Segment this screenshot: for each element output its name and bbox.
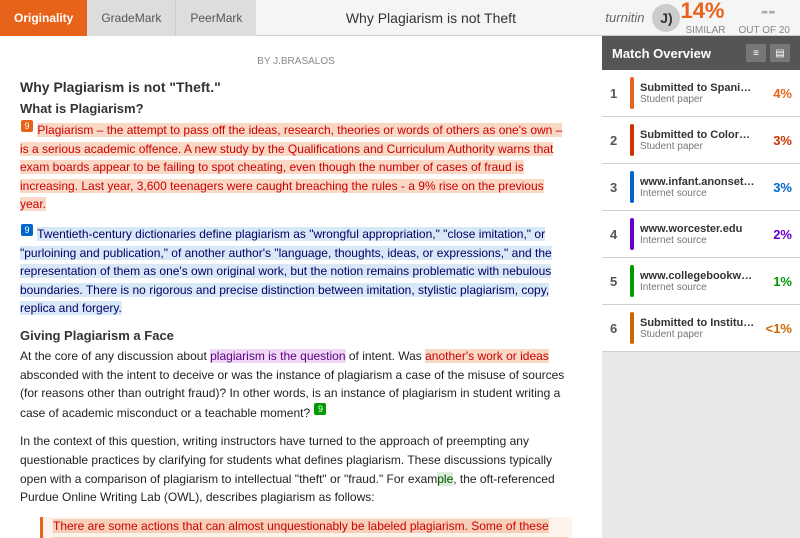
- turnitin-text: turnitin: [605, 10, 644, 25]
- out-of-score: -- OUT OF 20: [739, 0, 791, 37]
- match-item[interactable]: 4 www.worcester.edu Internet source 2%: [602, 211, 800, 258]
- match-info: Submitted to Colorado... Student paper: [640, 129, 756, 152]
- para1: 9 Plagiarism – the attempt to pass off t…: [20, 120, 572, 214]
- out-of-value: --: [761, 0, 776, 24]
- match-type: Student paper: [640, 141, 756, 152]
- sidebar-list-view-button[interactable]: ≡: [746, 44, 766, 62]
- similarity-percentage: 14%: [680, 0, 724, 24]
- match-number: 5: [610, 274, 624, 289]
- match-number: 1: [610, 86, 624, 101]
- match-type: Internet source: [640, 282, 756, 293]
- match-title: Submitted to Spanish ...: [640, 82, 756, 94]
- para2: 9 Twentieth-century dictionaries define …: [20, 224, 572, 318]
- tab-grademark[interactable]: GradeMark: [87, 0, 176, 36]
- match-type: Student paper: [640, 329, 756, 340]
- match-pct: 3%: [762, 133, 792, 148]
- match-item[interactable]: 6 Submitted to Institute ... Student pap…: [602, 305, 800, 352]
- match-item[interactable]: 1 Submitted to Spanish ... Student paper…: [602, 70, 800, 117]
- match-pct: 1%: [762, 274, 792, 289]
- grademark-tab-label: GradeMark: [101, 11, 161, 25]
- match-color-bar: [630, 265, 634, 297]
- match-number: 4: [610, 227, 624, 242]
- match-color-bar: [630, 218, 634, 250]
- match-title: www.worcester.edu: [640, 223, 756, 235]
- match-pct: 3%: [762, 180, 792, 195]
- blockquote: There are some actions that can almost u…: [40, 517, 572, 538]
- similarity-stats: 14% SIMILAR -- OUT OF 20: [680, 0, 790, 37]
- doc-content: Why Plagiarism is not "Theft." What is P…: [20, 79, 572, 538]
- sidebar-header-title: Match Overview: [612, 46, 711, 61]
- section1-heading: What is Plagiarism?: [20, 101, 572, 116]
- match-title: www.collegebookworl...: [640, 270, 756, 282]
- match-number: 6: [610, 321, 624, 336]
- match-number: 3: [610, 180, 624, 195]
- match-type: Internet source: [640, 235, 756, 246]
- sidebar-grid-view-button[interactable]: ▤: [770, 44, 790, 62]
- match-info: Submitted to Spanish ... Student paper: [640, 82, 756, 105]
- match-item[interactable]: 2 Submitted to Colorado... Student paper…: [602, 117, 800, 164]
- match-color-bar: [630, 171, 634, 203]
- sidebar-header: Match Overview ≡ ▤: [602, 36, 800, 70]
- sidebar-header-icons: ≡ ▤: [746, 44, 790, 62]
- match-info: www.collegebookworl... Internet source: [640, 270, 756, 293]
- similarity-score: 14% SIMILAR: [680, 0, 730, 37]
- match-color-bar: [630, 77, 634, 109]
- para3: At the core of any discussion about plag…: [20, 347, 572, 422]
- sidebar: Match Overview ≡ ▤ 1 Submitted to Spanis…: [602, 36, 800, 538]
- match-pct: 2%: [762, 227, 792, 242]
- match-info: www.worcester.edu Internet source: [640, 223, 756, 246]
- match-info: www.infant.anonseto... Internet source: [640, 176, 756, 199]
- peermark-tab-label: PeerMark: [190, 11, 242, 25]
- similarity-label: SIMILAR: [685, 24, 725, 37]
- match-title: www.infant.anonseto...: [640, 176, 756, 188]
- out-of-label: OUT OF 20: [739, 24, 791, 37]
- match-type: Internet source: [640, 188, 756, 199]
- match-title: Submitted to Institute ...: [640, 317, 756, 329]
- turnitin-icon: J): [652, 4, 680, 32]
- match-info: Submitted to Institute ... Student paper: [640, 317, 756, 340]
- turnitin-brand: turnitin J): [605, 4, 680, 32]
- match-number: 2: [610, 133, 624, 148]
- document-title: Why Plagiarism is not Theft: [256, 10, 605, 26]
- match-pct: 4%: [762, 86, 792, 101]
- match-type: Student paper: [640, 94, 756, 105]
- section2-heading: Giving Plagiarism a Face: [20, 328, 572, 343]
- match-pct: <1%: [762, 321, 792, 336]
- doc-subtitle: BY J.BRASALOS: [20, 56, 572, 67]
- doc-main-title: Why Plagiarism is not "Theft.": [20, 79, 572, 95]
- top-bar: Originality GradeMark PeerMark Why Plagi…: [0, 0, 800, 36]
- originality-tab-label: Originality: [14, 11, 73, 25]
- match-title: Submitted to Colorado...: [640, 129, 756, 141]
- tab-originality[interactable]: Originality: [0, 0, 87, 36]
- para4: In the context of this question, writing…: [20, 432, 572, 506]
- document-area[interactable]: BY J.BRASALOS Why Plagiarism is not "The…: [0, 36, 602, 538]
- match-color-bar: [630, 124, 634, 156]
- main-layout: BY J.BRASALOS Why Plagiarism is not "The…: [0, 36, 800, 538]
- match-item[interactable]: 3 www.infant.anonseto... Internet source…: [602, 164, 800, 211]
- match-item[interactable]: 5 www.collegebookworl... Internet source…: [602, 258, 800, 305]
- match-list: 1 Submitted to Spanish ... Student paper…: [602, 70, 800, 538]
- tab-peermark[interactable]: PeerMark: [176, 0, 256, 36]
- match-color-bar: [630, 312, 634, 344]
